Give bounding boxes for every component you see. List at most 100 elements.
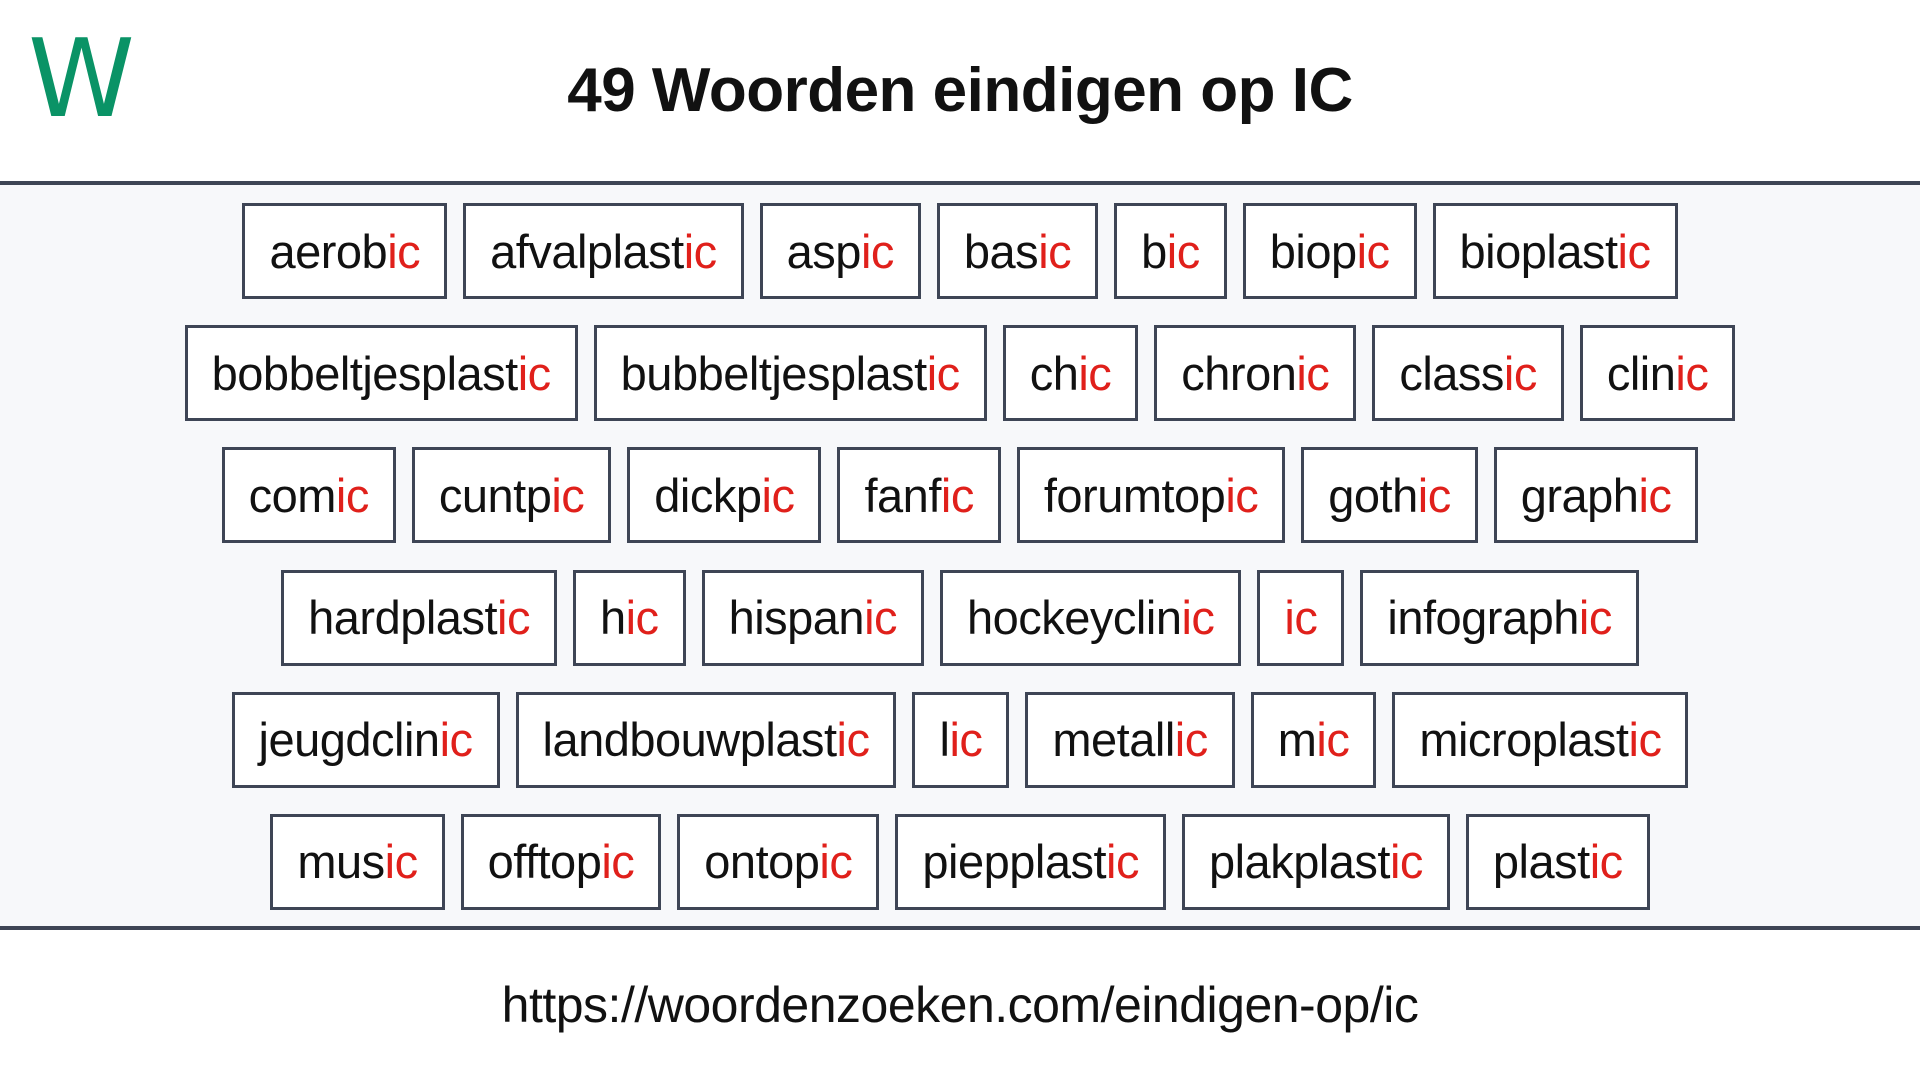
word-text: dickpic [654,468,795,522]
word-suffix: ic [1038,224,1072,278]
word-box[interactable]: hockeyclinic [940,569,1242,666]
word-prefix: h [599,591,626,645]
word-row: jeugdclinic landbouwplastic lic metallic mic… [0,691,1920,788]
word-suffix: ic [1628,713,1662,767]
word-box[interactable]: bioplastic [1432,203,1678,299]
word-box[interactable]: music [270,813,445,910]
word-suffix: ic [926,346,960,400]
word-prefix: metall [1052,713,1175,767]
source-url[interactable]: https://woordenzoeken.com/eindigen-op/ic [502,976,1419,1034]
word-row: bobbeltjesplastic bubbeltjesplastic chic ch… [0,325,1920,422]
word-text: bioplastic [1460,228,1651,275]
word-box[interactable]: dickpic [627,447,822,544]
word-suffix: ic [1578,591,1612,645]
word-prefix: bobbeltjesplast [211,346,519,400]
word-text: metallic [1052,713,1208,767]
word-suffix: ic [1617,224,1651,278]
word-text: chronic [1181,346,1330,400]
word-suffix: ic [1589,835,1623,889]
word-box[interactable]: plakplastic [1181,813,1450,910]
word-box[interactable]: bic [1114,203,1227,299]
page-header: W 49 Woorden eindigen op IC [0,0,1920,185]
word-prefix: goth [1328,468,1418,522]
word-prefix: piepplast [922,835,1107,889]
word-box[interactable]: jeugdclinic [231,691,500,788]
word-suffix: ic [1106,835,1139,889]
word-prefix: bioplast [1459,224,1619,278]
word-suffix: ic [1166,224,1200,278]
word-text: microplastic [1419,713,1662,767]
word-row: aerobic afvalplastic aspic basic bic biopic bi… [0,203,1920,299]
word-prefix: clin [1606,346,1676,400]
word-suffix: ic [1296,346,1330,400]
word-box[interactable]: afvalplastic [463,203,744,299]
word-text: biopic [1270,228,1390,275]
word-box[interactable]: comic [221,447,396,544]
word-suffix: ic [949,713,983,767]
word-box[interactable]: aerobic [242,203,448,299]
word-prefix: hispan [728,591,865,645]
word-box[interactable]: cuntpic [411,447,612,544]
word-text: classic [1399,350,1537,397]
word-box[interactable]: lic [912,691,1010,788]
word-text: aerobic [269,228,420,275]
word-box[interactable]: plastic [1465,813,1650,910]
word-suffix: ic [335,468,369,522]
word-box[interactable]: forumtopic [1016,447,1286,544]
site-logo-w[interactable]: W [28,26,135,134]
word-text: offtopic [488,838,635,885]
word-suffix: ic [1078,346,1112,400]
word-box[interactable]: ic [1257,569,1345,666]
word-prefix: ontop [704,835,820,889]
word-box[interactable]: fanfic [837,447,1001,544]
word-box[interactable]: graphic [1493,447,1699,544]
word-box[interactable]: biopic [1242,203,1417,299]
word-box[interactable]: hardplastic [281,569,557,666]
word-box[interactable]: clinic [1579,325,1736,422]
word-text: bubbeltjesplastic [621,346,961,400]
word-box[interactable]: metallic [1025,691,1235,788]
word-text: hockeyclinic [967,594,1215,641]
word-suffix: ic [1174,713,1208,767]
word-box[interactable]: classic [1372,325,1564,422]
word-box[interactable]: basic [936,203,1099,299]
word-text: plastic [1493,838,1623,885]
word-box[interactable]: chic [1002,325,1139,422]
word-box[interactable]: chronic [1154,325,1357,422]
word-row: hardplastic hic hispanic hockeyclinic ic info… [0,569,1920,666]
word-text: graphic [1521,472,1672,519]
word-box[interactable]: hic [572,569,686,666]
word-suffix: ic [1638,468,1672,522]
word-suffix: ic [601,835,635,889]
word-box[interactable]: bubbeltjesplastic [593,325,987,422]
word-suffix: ic [1225,468,1259,522]
word-box[interactable]: microplastic [1392,691,1689,788]
word-box[interactable]: hispanic [701,569,925,666]
word-text: jeugdclinic [259,716,473,763]
word-box[interactable]: aspic [759,203,921,299]
word-prefix: class [1399,346,1504,400]
word-prefix: dickp [654,468,762,522]
word-prefix: l [939,713,950,767]
word-suffix: ic [940,468,974,522]
word-suffix: ic [683,224,717,278]
word-box[interactable]: piepplastic [895,813,1166,910]
word-text: chic [1030,350,1112,397]
word-box[interactable]: gothic [1301,447,1478,544]
word-suffix: ic [517,346,551,400]
word-text: hispanic [728,591,898,645]
word-box[interactable]: bobbeltjesplastic [184,325,578,422]
word-box[interactable]: mic [1250,691,1377,788]
word-box[interactable]: landbouwplastic [515,691,897,788]
word-box[interactable]: ontopic [677,813,880,910]
word-suffix: ic [384,835,418,889]
word-text: landbouwplastic [543,716,870,763]
word-box[interactable]: infographic [1360,569,1639,666]
word-prefix: ch [1029,346,1079,400]
word-prefix: chron [1181,346,1297,400]
word-suffix: ic [864,591,898,645]
word-box[interactable]: offtopic [460,813,662,910]
word-text: hic [600,594,659,641]
word-prefix: forumtop [1043,468,1226,522]
word-prefix: biop [1269,224,1357,278]
